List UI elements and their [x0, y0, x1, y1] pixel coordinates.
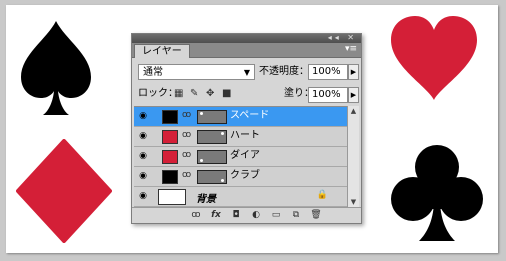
vector-mask-thumbnail	[197, 170, 227, 184]
link-icon: ꝏ	[182, 130, 192, 140]
layer-name: スペード	[230, 110, 270, 121]
panel-menu-icon[interactable]: ▾≡	[345, 44, 357, 54]
layer-row-background[interactable]: ◉ 背景 🔒	[134, 187, 348, 207]
layer-name: 背景	[196, 194, 216, 205]
fx-icon[interactable]: fx	[210, 209, 222, 221]
opacity-slider-button[interactable]: ▶	[348, 64, 359, 80]
opacity-label: 不透明度：	[259, 66, 309, 77]
panel-tab-row: レイヤー ▾≡	[132, 43, 361, 58]
layer-thumbnail	[162, 170, 178, 184]
lock-label: ロック：	[138, 88, 178, 99]
fill-input[interactable]: 100%	[308, 87, 348, 103]
lock-pixels-icon[interactable]: ✎	[190, 88, 198, 100]
eye-icon[interactable]: ◉	[137, 171, 149, 181]
layer-thumbnail	[162, 130, 178, 144]
spade-shape	[21, 21, 91, 115]
layer-name: ハート	[230, 130, 260, 141]
layer-name: クラブ	[230, 170, 260, 181]
layer-row-spade[interactable]: ◉ ꝏ スペード	[134, 107, 348, 127]
scroll-down-icon[interactable]: ▼	[348, 197, 359, 207]
photoshop-workspace: ◂◂ ✕ レイヤー ▾≡ 通常 ▼ 不透明度： 100% ▶ ロック： ▦ ✎ …	[0, 0, 506, 261]
vector-mask-thumbnail	[197, 110, 227, 124]
eye-icon[interactable]: ◉	[137, 191, 149, 201]
scroll-up-icon[interactable]: ▲	[348, 106, 359, 116]
new-group-icon[interactable]: ▭	[270, 209, 282, 221]
vector-mask-thumbnail	[197, 130, 227, 144]
link-icon: ꝏ	[182, 150, 192, 160]
adjustment-layer-icon[interactable]: ◐	[250, 209, 262, 221]
layers-panel: ◂◂ ✕ レイヤー ▾≡ 通常 ▼ 不透明度： 100% ▶ ロック： ▦ ✎ …	[131, 33, 362, 224]
blend-mode-value: 通常	[143, 67, 163, 78]
fill-slider-button[interactable]: ▶	[348, 87, 359, 103]
layer-row-club[interactable]: ◉ ꝏ クラブ	[134, 167, 348, 187]
link-icon: ꝏ	[182, 110, 192, 120]
layer-thumbnail	[162, 150, 178, 164]
panel-titlebar[interactable]: ◂◂ ✕	[132, 33, 361, 43]
eye-icon[interactable]: ◉	[137, 151, 149, 161]
eye-icon[interactable]: ◉	[137, 111, 149, 121]
club-shape	[391, 145, 483, 241]
lock-position-icon[interactable]: ✥	[206, 88, 214, 100]
layer-row-diamond[interactable]: ◉ ꝏ ダイア	[134, 147, 348, 167]
lock-all-icon[interactable]: ■	[222, 88, 231, 100]
new-layer-icon[interactable]: ⧉	[290, 209, 302, 221]
blend-mode-select[interactable]: 通常 ▼	[138, 64, 255, 80]
layer-row-heart[interactable]: ◉ ꝏ ハート	[134, 127, 348, 147]
chevron-down-icon: ▼	[243, 68, 250, 77]
opacity-input[interactable]: 100%	[308, 64, 348, 80]
heart-shape	[391, 16, 477, 100]
layer-list-scrollbar[interactable]: ▲ ▼	[347, 106, 359, 207]
add-mask-icon[interactable]: ◘	[230, 209, 242, 221]
lock-fill-row: ロック： ▦ ✎ ✥ ■ 塗り： 100% ▶	[136, 86, 359, 104]
trash-icon[interactable]: 🗑	[310, 209, 322, 221]
layer-list: ◉ ꝏ スペード ◉ ꝏ ハート ◉ ꝏ ダイア ◉ ꝏ クラブ ◉ 背景 🔒	[134, 106, 348, 208]
collapse-close-icons[interactable]: ◂◂ ✕	[328, 33, 357, 42]
vector-mask-thumbnail	[197, 150, 227, 164]
diamond-shape	[16, 139, 112, 243]
tab-layers[interactable]: レイヤー	[134, 44, 190, 58]
panel-bottom-toolbar: ꝏ fx ◘ ◐ ▭ ⧉ 🗑	[132, 207, 361, 223]
link-layers-icon[interactable]: ꝏ	[190, 209, 202, 221]
layer-thumbnail	[158, 189, 186, 205]
blend-opacity-row: 通常 ▼ 不透明度： 100% ▶	[136, 64, 359, 82]
link-icon: ꝏ	[182, 170, 192, 180]
lock-icon: 🔒	[316, 190, 328, 200]
eye-icon[interactable]: ◉	[137, 131, 149, 141]
layer-name: ダイア	[230, 150, 260, 161]
lock-transparency-icon[interactable]: ▦	[174, 88, 183, 100]
layer-thumbnail	[162, 110, 178, 124]
